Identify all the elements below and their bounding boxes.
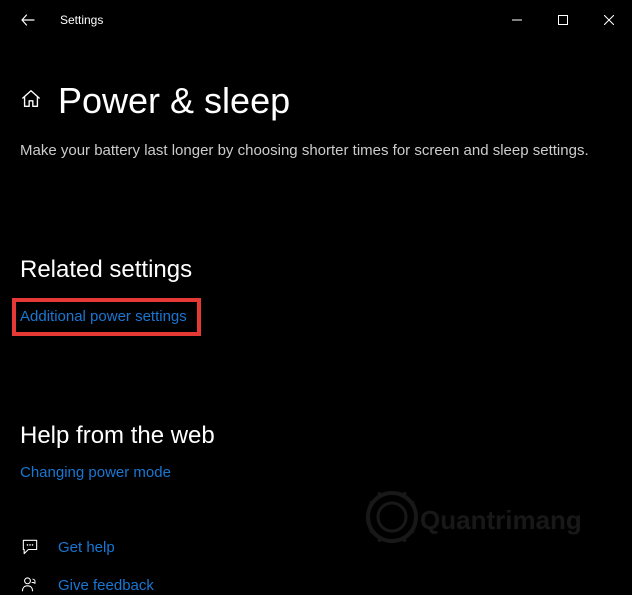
minimize-button[interactable] — [494, 0, 540, 40]
window-title: Settings — [60, 13, 103, 27]
get-help-row[interactable]: Get help — [20, 537, 612, 557]
help-web-heading: Help from the web — [20, 422, 612, 450]
additional-power-settings-link[interactable]: Additional power settings — [20, 308, 187, 325]
back-button[interactable] — [8, 0, 48, 40]
window-controls — [494, 0, 632, 40]
close-icon — [604, 15, 614, 25]
changing-power-mode-link[interactable]: Changing power mode — [20, 464, 171, 481]
give-feedback-label: Give feedback — [58, 577, 154, 594]
related-settings-heading: Related settings — [20, 256, 612, 284]
home-icon[interactable] — [20, 88, 42, 115]
back-arrow-icon — [20, 12, 36, 28]
page-title: Power & sleep — [58, 80, 290, 122]
maximize-icon — [558, 15, 568, 25]
close-button[interactable] — [586, 0, 632, 40]
get-help-label: Get help — [58, 539, 115, 556]
content-area: Power & sleep Make your battery last lon… — [0, 40, 632, 595]
titlebar: Settings — [0, 0, 632, 40]
chat-icon — [20, 537, 58, 557]
minimize-icon — [512, 15, 522, 25]
give-feedback-row[interactable]: Give feedback — [20, 575, 612, 595]
feedback-icon — [20, 575, 58, 595]
page-header: Power & sleep — [20, 80, 612, 122]
page-description: Make your battery last longer by choosin… — [20, 140, 612, 161]
highlight-annotation: Additional power settings — [12, 298, 201, 336]
maximize-button[interactable] — [540, 0, 586, 40]
